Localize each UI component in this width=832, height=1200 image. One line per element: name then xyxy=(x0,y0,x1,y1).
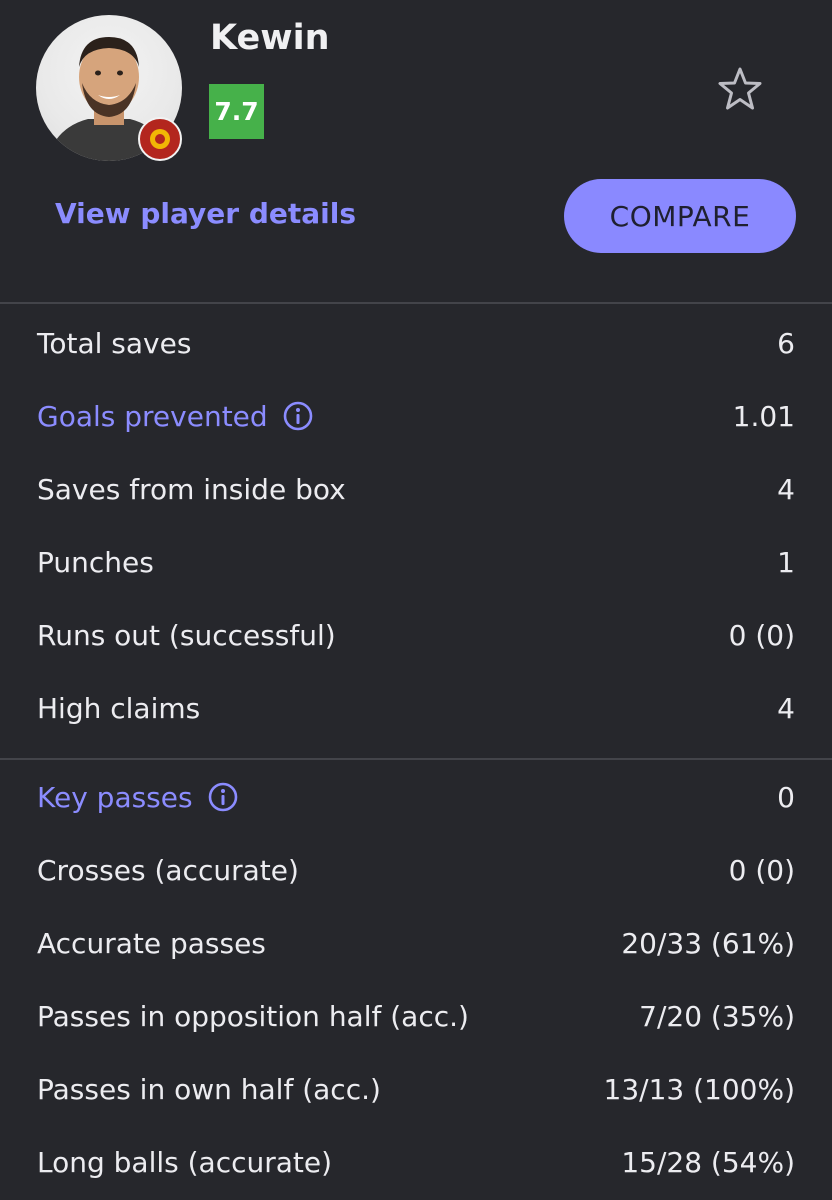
stat-value: 0 xyxy=(777,780,795,814)
stat-value: 6 xyxy=(777,326,795,360)
club-badge-icon xyxy=(138,117,182,161)
player-rating-badge: 7.7 xyxy=(209,84,264,139)
stat-value: 0 (0) xyxy=(728,618,795,652)
stat-label-text: Passes in own half (acc.) xyxy=(37,1072,381,1106)
stat-value: 4 xyxy=(777,472,795,506)
stat-label-text: Long balls (accurate) xyxy=(37,1145,333,1179)
stat-value: 15/28 (54%) xyxy=(621,1145,795,1179)
stat-label-text: Runs out (successful) xyxy=(37,618,336,652)
info-circle-icon[interactable] xyxy=(207,781,239,813)
compare-button[interactable]: COMPARE xyxy=(564,179,796,253)
stat-label-text: Total saves xyxy=(37,326,192,360)
stat-row: Total saves 6 xyxy=(37,318,795,368)
stat-value: 7/20 (35%) xyxy=(639,999,795,1033)
stat-label[interactable]: Key passes xyxy=(37,781,239,814)
stat-label: Long balls (accurate) xyxy=(37,1146,332,1179)
stat-label: Punches xyxy=(37,546,154,579)
stat-label-text: Saves from inside box xyxy=(37,472,346,506)
star-outline-icon[interactable] xyxy=(716,66,764,112)
stat-row: Crosses (accurate) 0 (0) xyxy=(37,845,795,895)
stat-row: Long balls (accurate) 15/28 (54%) xyxy=(37,1137,795,1187)
stat-label-text: Punches xyxy=(37,545,154,579)
stat-label: Passes in own half (acc.) xyxy=(37,1073,381,1106)
stat-label: Passes in opposition half (acc.) xyxy=(37,1000,469,1033)
player-header: Kewin 7.7 View player details COMPARE xyxy=(0,0,832,302)
stat-row: Punches 1 xyxy=(37,537,795,587)
view-player-details-link[interactable]: View player details xyxy=(55,197,356,230)
stat-row: Saves from inside box 4 xyxy=(37,464,795,514)
stat-row: High claims 4 xyxy=(37,683,795,733)
stat-row[interactable]: Key passes 0 xyxy=(37,772,795,822)
stat-label-text: Goals prevented xyxy=(37,399,268,433)
section-divider xyxy=(0,758,832,760)
section-divider xyxy=(0,302,832,304)
stat-label: High claims xyxy=(37,692,200,725)
stat-label-text: Accurate passes xyxy=(37,926,266,960)
info-circle-icon[interactable] xyxy=(282,400,314,432)
stat-row: Accurate passes 20/33 (61%) xyxy=(37,918,795,968)
stat-row: Passes in opposition half (acc.) 7/20 (35… xyxy=(37,991,795,1041)
stat-value: 4 xyxy=(777,691,795,725)
stat-row[interactable]: Goals prevented 1.01 xyxy=(37,391,795,441)
stat-value: 13/13 (100%) xyxy=(603,1072,796,1106)
stat-label: Crosses (accurate) xyxy=(37,854,299,887)
stat-row: Passes in own half (acc.) 13/13 (100%) xyxy=(37,1064,795,1114)
player-name: Kewin xyxy=(210,18,330,58)
stat-value: 1.01 xyxy=(732,399,795,433)
stat-value: 20/33 (61%) xyxy=(621,926,795,960)
stat-row: Runs out (successful) 0 (0) xyxy=(37,610,795,660)
stat-value: 0 (0) xyxy=(728,853,795,887)
stat-label: Runs out (successful) xyxy=(37,619,336,652)
stat-value: 1 xyxy=(777,545,795,579)
stat-label: Total saves xyxy=(37,327,191,360)
stat-label: Saves from inside box xyxy=(37,473,346,506)
stat-label[interactable]: Goals prevented xyxy=(37,400,314,433)
stat-label-text: Crosses (accurate) xyxy=(37,853,299,887)
stat-label: Accurate passes xyxy=(37,927,266,960)
stat-label-text: High claims xyxy=(37,691,201,725)
stat-label-text: Key passes xyxy=(37,780,193,814)
stat-label-text: Passes in opposition half (acc.) xyxy=(37,999,469,1033)
